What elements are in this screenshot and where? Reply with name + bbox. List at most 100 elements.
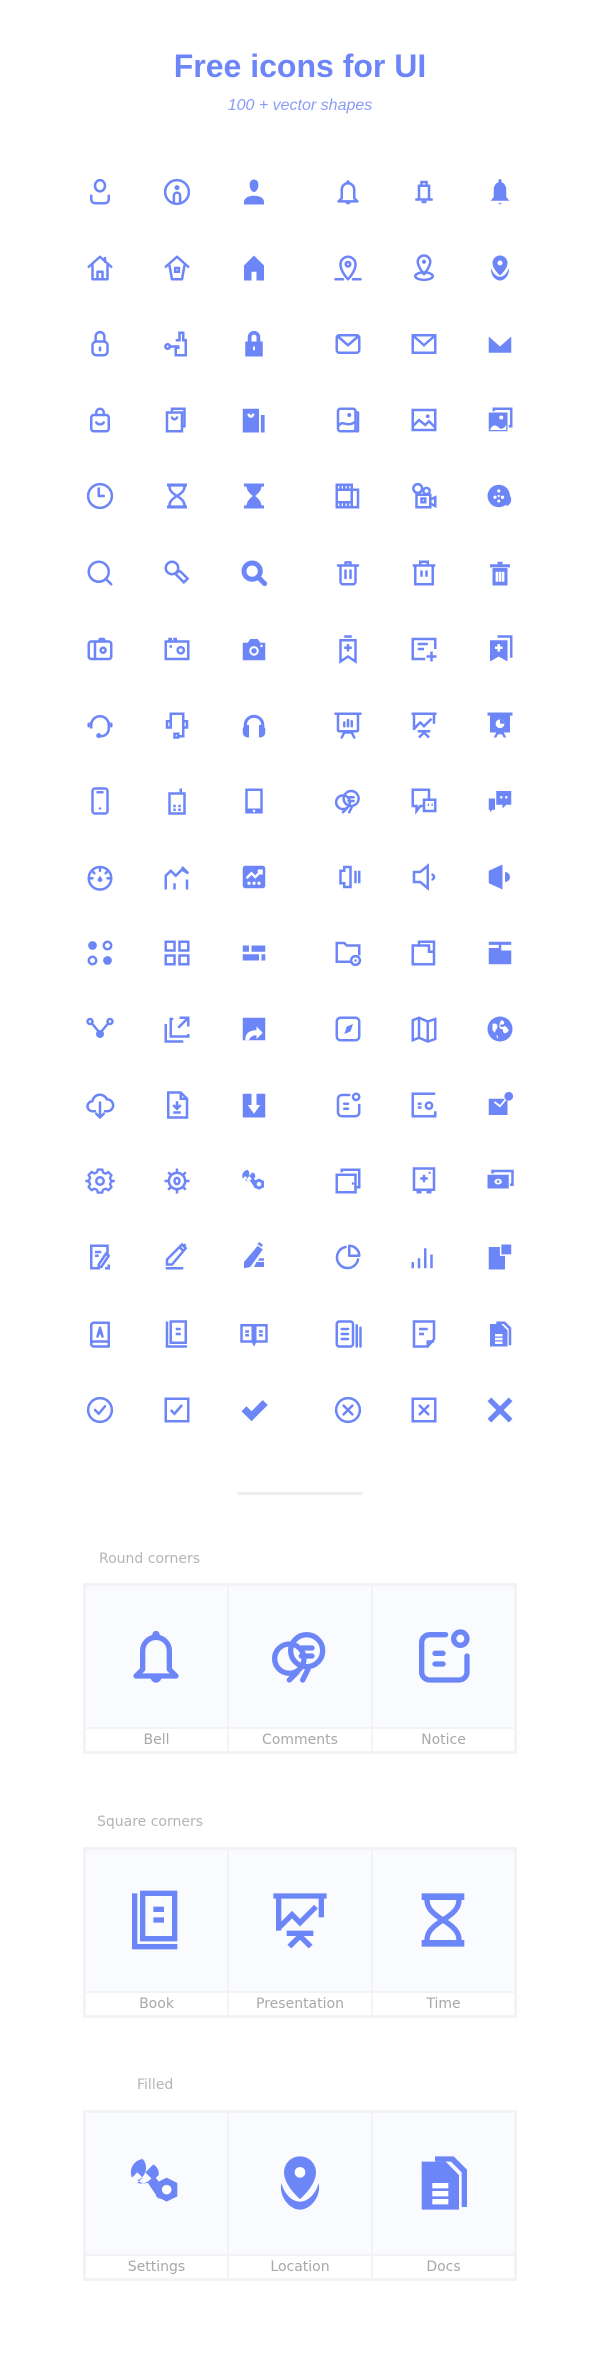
showcase-cell-bell [86, 1586, 227, 1727]
bell-icon [333, 177, 363, 207]
images-filled-icon [485, 405, 515, 435]
page-title: Free icons for UI [173, 48, 427, 84]
edit-document-icon [85, 1242, 115, 1272]
download-filled-icon [239, 1090, 269, 1120]
hourglass-filled-icon [239, 481, 269, 511]
trash-square-icon [409, 558, 439, 588]
notice-icon [333, 1090, 363, 1120]
gallery-icon [333, 405, 363, 435]
close-circle-icon [333, 1395, 363, 1425]
folder-icon [409, 938, 439, 968]
showcase-label-settings: Settings [86, 2256, 227, 2278]
speaker-filled-icon [485, 862, 515, 892]
showcase-cell-notice [373, 1586, 514, 1727]
note-icon [409, 1319, 439, 1349]
mail-icon [333, 329, 363, 359]
home-filled-icon [239, 253, 269, 283]
blocks-filled-icon [485, 1242, 515, 1272]
cloud-download-icon [85, 1090, 115, 1120]
home-icon [85, 253, 115, 283]
stats-filled-icon [239, 862, 269, 892]
location-pin-icon [333, 253, 363, 283]
comments-icon [268, 1624, 332, 1688]
showcase-label-presentation: Presentation [229, 1993, 371, 2015]
showcase-panel-round-corners: Bell Comments Notice [83, 1583, 517, 1754]
book-icon [124, 1888, 188, 1952]
user-filled-icon [239, 177, 269, 207]
search-icon [85, 558, 115, 588]
check-square-icon [162, 1395, 192, 1425]
check-filled-icon [239, 1395, 269, 1425]
showcase-label-location: Location [229, 2256, 371, 2278]
globe-filled-icon [485, 1014, 515, 1044]
showcase-panel-square-corners: Book Presentation Time [83, 1847, 517, 2018]
location-marker-icon [409, 253, 439, 283]
share-filled-icon [239, 1014, 269, 1044]
section-label-square-corners: Square corners [97, 1814, 204, 1830]
list-blocks-filled-icon [239, 938, 269, 968]
list-add-icon [409, 634, 439, 664]
tiles-icon [162, 938, 192, 968]
camera-filled-icon [239, 634, 269, 664]
padlock-icon [85, 329, 115, 359]
check-circle-icon [85, 1395, 115, 1425]
trash-filled-icon [485, 558, 515, 588]
headphones-filled-icon [239, 710, 269, 740]
pencil-icon [162, 1242, 192, 1272]
showcase-label-comments: Comments [229, 1729, 371, 1751]
shopping-bag-filled-icon [239, 405, 269, 435]
hourglass-icon [162, 481, 192, 511]
money-filled-icon [485, 1166, 515, 1196]
shopping-bags-icon [162, 405, 192, 435]
headset-square-icon [162, 710, 192, 740]
file-download-icon [162, 1090, 192, 1120]
sun-gear-icon [162, 1166, 192, 1196]
presentation-chart-icon [409, 710, 439, 740]
image-icon [409, 405, 439, 435]
bell-icon [124, 1624, 188, 1688]
settings-wrench-filled-icon [239, 1166, 269, 1196]
open-book-icon [239, 1319, 269, 1349]
headset-icon [85, 710, 115, 740]
birdhouse-icon [162, 253, 192, 283]
user-circle-icon [162, 177, 192, 207]
bell-filled-icon [485, 177, 515, 207]
notice-square-icon [409, 1090, 439, 1120]
magnifier-icon [162, 558, 192, 588]
smartphone-icon [85, 786, 115, 816]
section-label-filled: Filled [137, 2077, 174, 2093]
bookmarks-add-filled-icon [485, 634, 515, 664]
docs-filled-icon [485, 1319, 515, 1349]
divider [237, 1492, 363, 1495]
location-filled-icon [485, 253, 515, 283]
film-strip-icon [333, 481, 363, 511]
speaker-vibrate-icon [333, 862, 363, 892]
bell-square-icon [409, 177, 439, 207]
showcase-cell-location [229, 2113, 371, 2254]
smartphone-filled-icon [239, 786, 269, 816]
padlock-filled-icon [239, 329, 269, 359]
shopping-bag-icon [85, 405, 115, 435]
safe-icon [409, 1166, 439, 1196]
pencil-filled-icon [239, 1242, 269, 1272]
pie-chart-icon [333, 1242, 363, 1272]
key-lock-icon [162, 329, 192, 359]
stats-line-icon [162, 862, 192, 892]
showcase-cell-settings [86, 2113, 227, 2254]
chat-bubbles-icon [409, 786, 439, 816]
search-filled-icon [239, 558, 269, 588]
showcase-label-docs: Docs [373, 2256, 514, 2278]
showcase-cell-time [373, 1850, 514, 1991]
presentation-pie-filled-icon [485, 710, 515, 740]
map-icon [409, 1014, 439, 1044]
comments-icon [333, 786, 363, 816]
camera-square-icon [162, 634, 192, 664]
bookmark-add-icon [333, 634, 363, 664]
showcase-cell-comments [229, 1586, 371, 1727]
speedometer-icon [85, 862, 115, 892]
mail-square-icon [409, 329, 439, 359]
movie-camera-icon [409, 481, 439, 511]
documents-icon [333, 1319, 363, 1349]
share-network-icon [85, 1014, 115, 1044]
close-square-icon [409, 1395, 439, 1425]
